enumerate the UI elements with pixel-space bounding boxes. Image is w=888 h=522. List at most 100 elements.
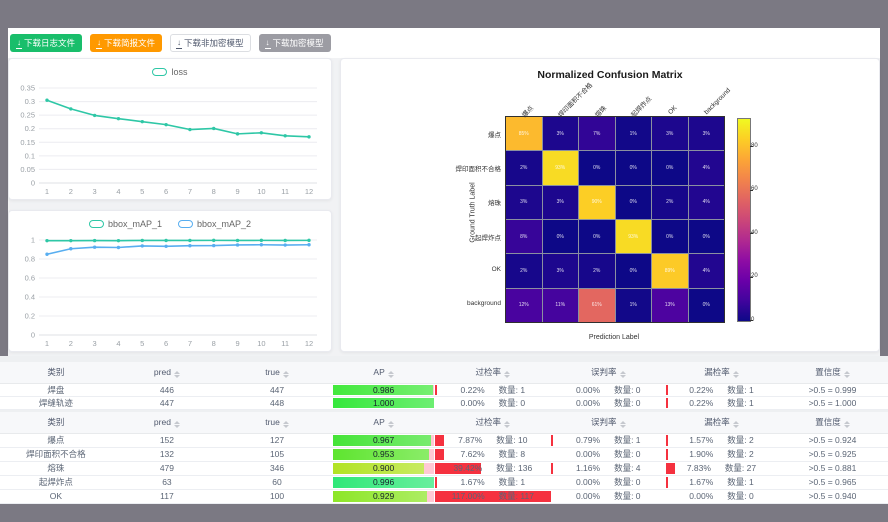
sort-icon[interactable]: [844, 421, 850, 428]
download-icon: ↓: [266, 39, 270, 47]
column-header-pred[interactable]: pred: [112, 412, 222, 433]
column-header-置信度[interactable]: 置信度: [777, 412, 888, 433]
matrix-cell: 4%: [689, 151, 725, 184]
rate-percent: 7.83%: [687, 462, 711, 475]
sort-icon[interactable]: [620, 421, 626, 428]
svg-text:0: 0: [31, 331, 35, 340]
matrix-cell: 2%: [652, 186, 688, 219]
rate-count: 数量: 0: [499, 397, 525, 409]
sort-icon[interactable]: [388, 371, 394, 378]
column-header-label: 置信度: [815, 367, 841, 377]
matrix-cell: 0%: [543, 220, 579, 253]
confidence-cell: >0.5 = 0.940: [777, 490, 888, 503]
svg-text:6: 6: [164, 187, 168, 196]
svg-text:4: 4: [116, 339, 120, 348]
legend-item-bbox_mAP_2[interactable]: bbox_mAP_2: [178, 219, 251, 229]
rate-count: 数量: 1: [727, 384, 753, 396]
column-header-误判率[interactable]: 误判率: [551, 362, 666, 383]
rate-percent: 1.67%: [461, 476, 485, 489]
rate-percent: 0.00%: [576, 397, 600, 409]
matrix-cell: 1%: [616, 289, 652, 322]
sort-icon[interactable]: [283, 421, 289, 428]
table-row: 焊缝轨迹4474481.0000.00%数量: 00.00%数量: 00.22%…: [0, 397, 888, 410]
misjudge-rate-cell: 0.79%数量: 1: [551, 434, 666, 447]
miss-rate-cell: 1.67%数量: 1: [666, 476, 777, 489]
column-header-label: AP: [373, 367, 384, 377]
legend-marker-icon: [152, 68, 167, 76]
rate-count: 数量: 4: [614, 462, 640, 475]
sort-icon[interactable]: [283, 371, 289, 378]
svg-text:11: 11: [281, 187, 289, 196]
column-header-过检率[interactable]: 过检率: [435, 362, 550, 383]
matrix-cell: 3%: [506, 186, 542, 219]
column-header-true[interactable]: true: [222, 362, 332, 383]
sort-icon[interactable]: [388, 421, 394, 428]
download-button-3[interactable]: ↓下载非加密模型: [170, 34, 251, 52]
column-header-过检率[interactable]: 过检率: [435, 412, 550, 433]
sort-icon[interactable]: [174, 421, 180, 428]
sort-icon[interactable]: [504, 371, 510, 378]
sort-icon[interactable]: [174, 371, 180, 378]
matrix-cell: 0%: [579, 151, 615, 184]
sort-icon[interactable]: [844, 371, 850, 378]
matrix-row-label: 起焊炸点: [445, 232, 501, 242]
matrix-cell: 0%: [652, 220, 688, 253]
svg-text:0.25: 0.25: [20, 111, 35, 120]
rate-count: 数量: 2: [727, 434, 753, 447]
svg-text:1: 1: [45, 339, 49, 348]
svg-text:0.2: 0.2: [25, 312, 35, 321]
confidence-cell: >0.5 = 0.999: [777, 384, 888, 396]
confusion-matrix-figure: Normalized Confusion Matrix Ground Truth…: [445, 59, 775, 353]
matrix-cell: 93%: [543, 151, 579, 184]
misjudge-rate-cell: 0.00%数量: 0: [551, 384, 666, 396]
legend-item-loss[interactable]: loss: [152, 67, 187, 77]
column-header-误判率[interactable]: 误判率: [551, 412, 666, 433]
column-header-置信度[interactable]: 置信度: [777, 362, 888, 383]
download-button-1[interactable]: ↓下载日志文件: [10, 34, 82, 52]
column-header-label: AP: [373, 417, 384, 427]
matrix-row-label: OK: [445, 266, 501, 273]
column-header-label: 类别: [47, 367, 64, 377]
svg-text:0.15: 0.15: [20, 138, 35, 147]
sort-icon[interactable]: [620, 371, 626, 378]
svg-text:12: 12: [305, 339, 313, 348]
svg-text:0.1: 0.1: [25, 151, 35, 160]
legend-item-bbox_mAP_1[interactable]: bbox_mAP_1: [89, 219, 162, 229]
toolbar: ↓下载日志文件↓下载简报文件↓下载非加密模型↓下载加密模型: [8, 28, 880, 58]
svg-text:0: 0: [31, 179, 35, 188]
column-header-AP[interactable]: AP: [332, 412, 435, 433]
sort-icon[interactable]: [504, 421, 510, 428]
rate-count: 数量: 10: [496, 434, 527, 447]
svg-text:0.3: 0.3: [25, 97, 35, 106]
misjudge-rate-cell: 0.00%数量: 0: [551, 448, 666, 461]
sort-icon[interactable]: [733, 371, 739, 378]
matrix-cell: 4%: [689, 254, 725, 287]
class-label: 焊印面积不合格: [0, 448, 112, 461]
column-header-label: 类别: [47, 417, 64, 427]
rate-count: 数量: 0: [614, 448, 640, 461]
column-header-class: 类别: [0, 362, 112, 383]
column-header-漏检率[interactable]: 漏检率: [666, 412, 777, 433]
confidence-cell: >0.5 = 0.881: [777, 462, 888, 475]
column-header-AP[interactable]: AP: [332, 362, 435, 383]
pred-value: 447: [112, 397, 222, 409]
column-header-pred[interactable]: pred: [112, 362, 222, 383]
sort-icon[interactable]: [733, 421, 739, 428]
colorbar-tick-label: 40: [751, 230, 758, 236]
rate-percent: 1.57%: [689, 434, 713, 447]
table-row: 熔珠4793460.90039.42%数量: 1361.16%数量: 47.83…: [0, 462, 888, 476]
map-chart-card: bbox_mAP_1bbox_mAP_2 00.20.40.60.8112345…: [8, 210, 332, 352]
matrix-column-label: 焊印面积不合格: [555, 80, 594, 119]
pred-value: 479: [112, 462, 222, 475]
download-button-2[interactable]: ↓下载简报文件: [90, 34, 162, 52]
svg-text:2: 2: [69, 187, 73, 196]
pred-value: 152: [112, 434, 222, 447]
rate-count: 数量: 0: [614, 476, 640, 489]
column-header-true[interactable]: true: [222, 412, 332, 433]
matrix-cell: 7%: [579, 117, 615, 150]
rate-count: 数量: 1: [499, 476, 525, 489]
svg-text:5: 5: [140, 187, 144, 196]
svg-text:10: 10: [257, 187, 265, 196]
confidence-cell: >0.5 = 0.924: [777, 434, 888, 447]
column-header-漏检率[interactable]: 漏检率: [666, 362, 777, 383]
